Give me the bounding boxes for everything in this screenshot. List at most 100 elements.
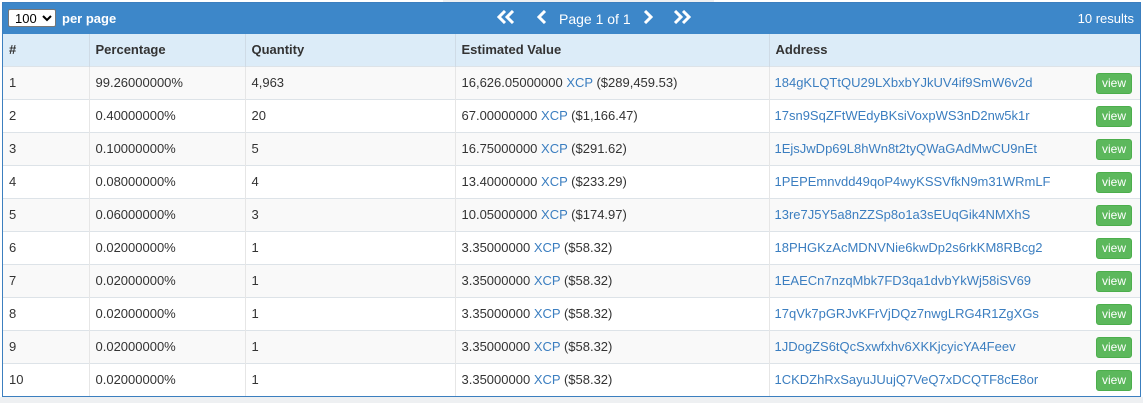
holders-table: # Percentage Quantity Estimated Value Ad… [3,34,1140,396]
column-header-estimated-value: Estimated Value [455,34,770,66]
asset-link[interactable]: XCP [541,174,568,189]
row-percentage: 0.02000000% [89,297,246,330]
row-number: 4 [3,165,90,198]
row-percentage: 99.26000000% [89,66,246,99]
asset-link[interactable]: XCP [534,306,561,321]
usd-value: ($291.62) [571,141,627,156]
holders-panel: 100 per page Page 1 of 1 10 results # Pe… [2,2,1141,397]
row-percentage: 0.10000000% [89,132,246,165]
row-number: 5 [3,198,90,231]
asset-link[interactable]: XCP [541,207,568,222]
last-page-icon[interactable] [669,9,691,29]
usd-value: ($1,166.47) [571,108,638,123]
pagination-bar: 100 per page Page 1 of 1 10 results [3,3,1140,34]
row-estimated-value: 16,626.05000000 XCP ($289,459.53) [455,66,770,99]
row-address: 184gKLQTtQU29LXbxbYJkUV4if9SmW6v2d view [769,66,1140,99]
value-amount: 3.35000000 [461,372,531,388]
value-amount: 3.35000000 [461,339,531,354]
table-body: 1 99.26000000% 4,963 16,626.05000000 XCP ($… [3,66,1140,396]
row-address: 18PHGKzAcMDNVNie6kwDp2s6rkKM8RBcg2 view [769,231,1140,264]
address-link[interactable]: 13re7J5Y5a8nZZSp8o1a3sEUqGik4NMXhS [775,207,1031,222]
row-number: 8 [3,297,90,330]
row-quantity: 1 [245,297,456,330]
per-page-select[interactable]: 100 [8,9,56,27]
view-button[interactable]: view [1096,105,1132,127]
row-quantity: 1 [245,264,456,297]
address-link[interactable]: 17qVk7pGRJvKFrVjDQz7nwgLRG4R1ZgXGs [775,306,1039,321]
asset-link[interactable]: XCP [534,240,561,255]
table-row: 10 0.02000000% 1 3.35000000 XCP ($58.32) 1CK… [3,363,1140,396]
next-page-icon[interactable] [643,9,653,29]
row-estimated-value: 3.35000000 XCP ($58.32) [455,231,770,264]
view-button[interactable]: view [1096,303,1132,325]
view-button[interactable]: view [1096,171,1132,193]
asset-link[interactable]: XCP [566,75,593,90]
row-estimated-value: 16.75000000 XCP ($291.62) [455,132,770,165]
view-button[interactable]: view [1096,270,1132,292]
usd-value: ($289,459.53) [596,75,678,90]
usd-value: ($58.32) [563,306,613,321]
asset-link[interactable]: XCP [534,372,561,387]
value-amount: 3.35000000 [461,273,531,288]
address-link[interactable]: 1JDogZS6tQcSxwfxhv6XKKjcyicYA4Feev [775,339,1016,354]
asset-link[interactable]: XCP [541,141,568,156]
table-row: 3 0.10000000% 5 16.75000000 XCP ($291.62) 1E… [3,132,1140,165]
value-amount: 16.75000000 [461,141,538,156]
view-button[interactable]: view [1096,72,1132,94]
address-link[interactable]: 1EAECn7nzqMbk7FD3qa1dvbYkWj58iSV69 [775,273,1032,288]
row-number: 9 [3,330,90,363]
table-row: 5 0.06000000% 3 10.05000000 XCP ($174.97) 13… [3,198,1140,231]
row-estimated-value: 3.35000000 XCP ($58.32) [455,363,770,396]
row-address: 1EAECn7nzqMbk7FD3qa1dvbYkWj58iSV69 view [769,264,1140,297]
row-estimated-value: 3.35000000 XCP ($58.32) [455,264,770,297]
row-quantity: 3 [245,198,456,231]
table-row: 1 99.26000000% 4,963 16,626.05000000 XCP ($… [3,66,1140,99]
view-button[interactable]: view [1096,237,1132,259]
row-estimated-value: 67.00000000 XCP ($1,166.47) [455,99,770,132]
address-link[interactable]: 18PHGKzAcMDNVNie6kwDp2s6rkKM8RBcg2 [775,240,1043,255]
address-link[interactable]: 184gKLQTtQU29LXbxbYJkUV4if9SmW6v2d [775,75,1033,90]
address-link[interactable]: 1EjsJwDp69L8hWn8t2tyQWaGAdMwCU9nEt [775,141,1038,156]
usd-value: ($58.32) [563,339,613,354]
bottom-strip [0,397,1143,403]
row-quantity: 4,963 [245,66,456,99]
row-number: 10 [3,363,90,396]
row-address: 1JDogZS6tQcSxwfxhv6XKKjcyicYA4Feev view [769,330,1140,363]
value-amount: 3.35000000 [461,306,531,321]
row-percentage: 0.02000000% [89,264,246,297]
usd-value: ($58.32) [563,240,613,255]
column-header-percentage: Percentage [89,34,246,66]
row-number: 7 [3,264,90,297]
asset-link[interactable]: XCP [534,339,561,354]
row-quantity: 1 [245,330,456,363]
row-number: 1 [3,66,90,99]
usd-value: ($233.29) [571,174,627,189]
row-address: 13re7J5Y5a8nZZSp8o1a3sEUqGik4NMXhS view [769,198,1140,231]
table-row: 9 0.02000000% 1 3.35000000 XCP ($58.32) 1JDo… [3,330,1140,363]
value-amount: 16,626.05000000 [461,75,563,90]
address-link[interactable]: 1CKDZhRxSayuJUujQ7VeQ7xDCQTF8cE8or [775,372,1039,387]
table-row: 7 0.02000000% 1 3.35000000 XCP ($58.32) 1EAE… [3,264,1140,297]
row-quantity: 5 [245,132,456,165]
row-estimated-value: 3.35000000 XCP ($58.32) [455,297,770,330]
row-percentage: 0.06000000% [89,198,246,231]
row-quantity: 1 [245,363,456,396]
row-number: 6 [3,231,90,264]
view-button[interactable]: view [1096,336,1132,358]
view-button[interactable]: view [1096,369,1132,391]
address-link[interactable]: 1PEPEmnvdd49qoP4wyKSSVfkN9m31WRmLF [775,174,1051,189]
asset-link[interactable]: XCP [534,273,561,288]
table-row: 6 0.02000000% 1 3.35000000 XCP ($58.32) 18PH… [3,231,1140,264]
per-page-label: per page [62,10,117,26]
first-page-icon[interactable] [496,9,519,29]
prev-page-icon[interactable] [536,9,547,29]
asset-link[interactable]: XCP [541,108,568,123]
address-link[interactable]: 17sn9SqZFtWEdyBKsiVoxpWS3nD2nw5k1r [775,108,1030,123]
row-percentage: 0.02000000% [89,330,246,363]
row-address: 1CKDZhRxSayuJUujQ7VeQ7xDCQTF8cE8or view [769,363,1140,396]
view-button[interactable]: view [1096,204,1132,226]
row-address: 1PEPEmnvdd49qoP4wyKSSVfkN9m31WRmLF view [769,165,1140,198]
row-address: 17qVk7pGRJvKFrVjDQz7nwgLRG4R1ZgXGs view [769,297,1140,330]
row-percentage: 0.40000000% [89,99,246,132]
view-button[interactable]: view [1096,138,1132,160]
